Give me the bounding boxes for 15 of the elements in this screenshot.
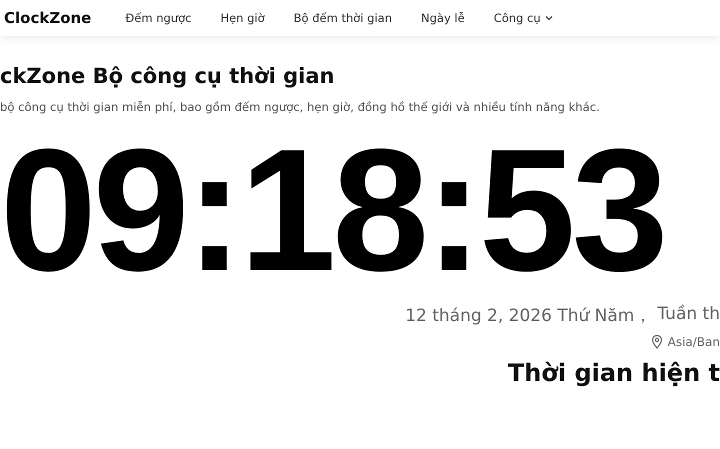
- section-title: Thời gian hiện t: [508, 359, 720, 387]
- location-pin-icon: [650, 335, 663, 349]
- nav-link[interactable]: Hẹn giờ: [206, 11, 280, 25]
- page-description: bộ công cụ thời gian miễn phí, bao gồm đếm ngược, hẹn giờ, đồng hồ thế giới và nhiều tính năng khác.: [0, 100, 601, 114]
- site-logo[interactable]: ClockZone: [4, 9, 92, 27]
- nav-link[interactable]: Đếm ngược: [111, 11, 206, 25]
- digital-clock: 09:18:53: [0, 126, 665, 294]
- nav-link[interactable]: Bộ đếm thời gian: [280, 11, 407, 25]
- chevron-down-icon: [544, 15, 553, 21]
- nav-link[interactable]: Ngày lễ: [407, 11, 480, 25]
- dropdown-menu[interactable]: Công cụ: [480, 11, 568, 25]
- timezone-label: Asia/Ban: [668, 335, 720, 349]
- week-text: Tuần th: [657, 304, 720, 326]
- page-title: ckZone Bộ công cụ thời gian: [0, 64, 336, 88]
- date-text: 12 tháng 2, 2026 Thứ Năm，: [405, 305, 652, 327]
